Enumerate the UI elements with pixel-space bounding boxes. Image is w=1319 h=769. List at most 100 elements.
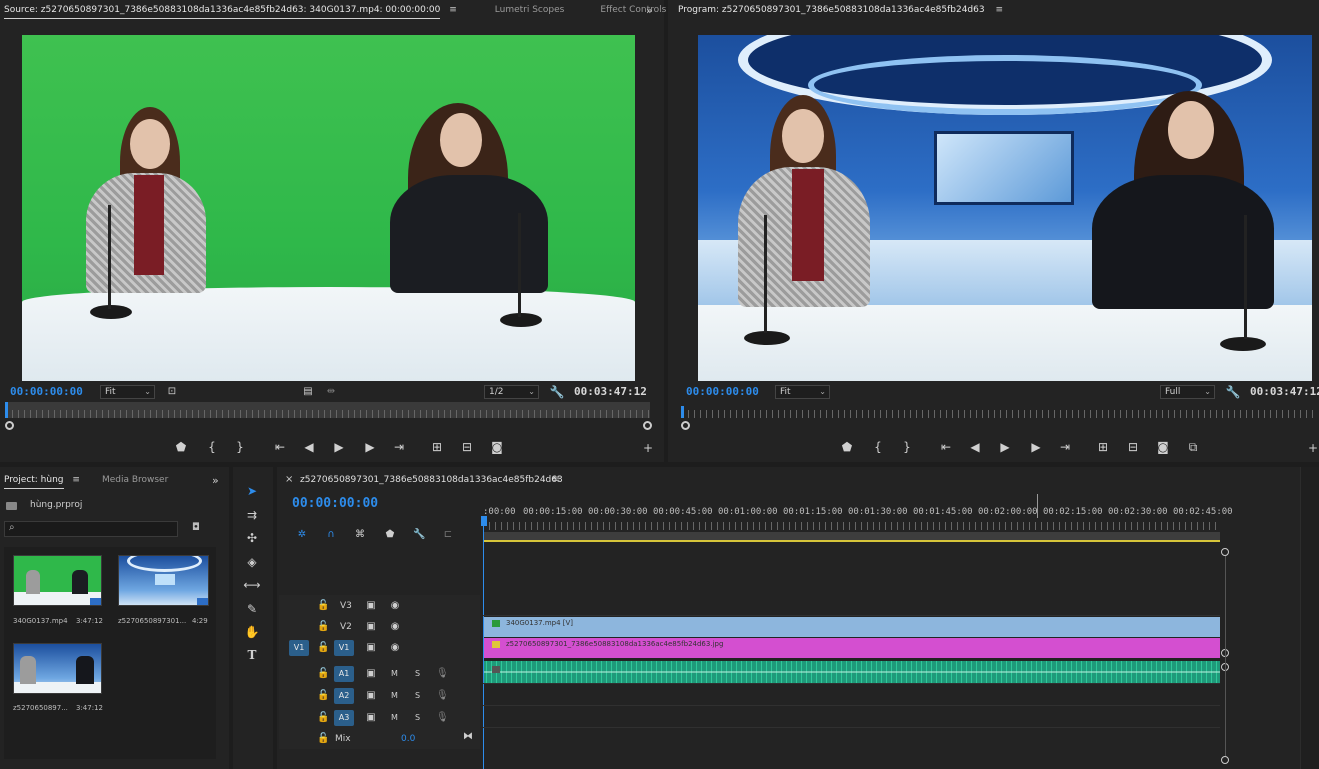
type-tool-icon[interactable]: T: [243, 648, 261, 662]
clip-a1-waveform[interactable]: [484, 661, 1220, 683]
track-name-a3[interactable]: A3: [334, 710, 354, 726]
camera-icon[interactable]: ◙: [1155, 439, 1171, 455]
hamburger-icon[interactable]: ≡: [995, 5, 1003, 15]
close-icon[interactable]: ×: [285, 474, 293, 485]
track-name-v1[interactable]: V1: [334, 640, 354, 656]
add-marker-icon[interactable]: ⬟: [173, 439, 189, 455]
tab-project[interactable]: Project: hùng ≡: [0, 475, 86, 489]
timeline-ruler-ticks[interactable]: [483, 522, 1220, 530]
microphone-icon[interactable]: 🎙: [436, 668, 449, 679]
extract-icon[interactable]: ⊟: [1125, 439, 1141, 455]
bowtie-icon[interactable]: ⧓: [462, 731, 474, 742]
panel-overflow-icon[interactable]: »: [212, 474, 219, 487]
sync-lock-icon[interactable]: ▣: [365, 642, 377, 653]
program-fit-select[interactable]: Fit ⌄: [775, 385, 830, 399]
camera-icon[interactable]: ◙: [489, 439, 505, 455]
play-icon[interactable]: ▶: [997, 439, 1013, 455]
captions-icon[interactable]: ⊏: [442, 529, 454, 540]
microphone-icon[interactable]: 🎙: [436, 690, 449, 701]
mute-button[interactable]: M: [391, 713, 398, 722]
program-resolution-select[interactable]: Full ⌄: [1160, 385, 1215, 399]
project-item-thumbnail[interactable]: [118, 555, 209, 606]
lock-icon[interactable]: 🔓: [317, 690, 329, 701]
mark-out-icon[interactable]: }: [899, 439, 915, 455]
timeline-playhead-marker[interactable]: [481, 516, 487, 526]
mark-in-icon[interactable]: {: [204, 439, 220, 455]
add-marker-icon[interactable]: ⬟: [384, 529, 396, 540]
selection-tool-icon[interactable]: ➤: [243, 484, 261, 498]
hamburger-icon[interactable]: ≡: [449, 5, 457, 15]
source-settings-toggle-icon[interactable]: ⊡: [164, 384, 180, 400]
program-range-start-handle[interactable]: [681, 421, 690, 430]
step-forward-icon[interactable]: ▶: [1028, 439, 1044, 455]
tab-program[interactable]: Program: z5270650897301_7386e50883108da1…: [668, 5, 1015, 15]
project-search-input[interactable]: ⌕: [4, 521, 178, 537]
clip-v1[interactable]: z5270650897301_7386e50883108da1336ac4e85…: [484, 638, 1220, 658]
go-to-in-icon[interactable]: ⇤: [272, 439, 288, 455]
lock-icon[interactable]: 🔓: [317, 733, 329, 744]
work-area-bar[interactable]: [483, 532, 1220, 542]
source-video-frame[interactable]: [22, 35, 635, 381]
play-icon[interactable]: ▶: [331, 439, 347, 455]
linked-selection-icon[interactable]: ⌘: [354, 529, 366, 540]
program-timecode-current[interactable]: 00:00:00:00: [686, 385, 759, 398]
mix-value[interactable]: 0.0: [401, 734, 415, 744]
ripple-edit-tool-icon[interactable]: ✣: [243, 531, 261, 545]
overwrite-icon[interactable]: ⊟: [459, 439, 475, 455]
sync-lock-icon[interactable]: ▣: [365, 668, 377, 679]
tab-lumetri-scopes[interactable]: Lumetri Scopes: [483, 5, 577, 15]
insert-icon[interactable]: ⊞: [429, 439, 445, 455]
sync-lock-icon[interactable]: ▣: [365, 600, 377, 611]
snap-magnet-icon[interactable]: ∩: [325, 529, 337, 540]
microphone-icon[interactable]: 🎙: [436, 712, 449, 723]
add-button-icon[interactable]: +: [640, 440, 656, 456]
timeline-sequence-tab[interactable]: z5270650897301_7386e50883108da1336ac4e85…: [300, 475, 563, 485]
lock-icon[interactable]: 🔓: [317, 642, 329, 653]
panel-overflow-icon[interactable]: »: [646, 4, 653, 17]
slip-tool-icon[interactable]: ⟷: [243, 578, 261, 592]
comparison-view-icon[interactable]: ⧉: [1185, 439, 1201, 455]
wrench-icon[interactable]: 🔧: [549, 384, 565, 400]
go-to-out-icon[interactable]: ⇥: [1057, 439, 1073, 455]
vertical-scrollbar[interactable]: [1225, 556, 1226, 756]
step-back-icon[interactable]: ◀: [301, 439, 317, 455]
track-scroll-handle[interactable]: [1221, 756, 1229, 764]
eye-icon[interactable]: ◉: [389, 621, 401, 632]
hand-tool-icon[interactable]: ✋: [243, 625, 261, 639]
solo-button[interactable]: S: [415, 669, 420, 678]
source-patch-v1[interactable]: V1: [289, 640, 309, 656]
source-resolution-select[interactable]: 1/2 ⌄: [484, 385, 539, 399]
lift-icon[interactable]: ⊞: [1095, 439, 1111, 455]
nest-toggle-icon[interactable]: ✲: [296, 529, 308, 540]
mute-button[interactable]: M: [391, 691, 398, 700]
mute-button[interactable]: M: [391, 669, 398, 678]
track-name-a1[interactable]: A1: [334, 666, 354, 682]
source-fit-select[interactable]: Fit ⌄: [100, 385, 155, 399]
source-timecode-current[interactable]: 00:00:00:00: [10, 385, 83, 398]
hamburger-icon[interactable]: ≡: [552, 474, 560, 485]
sync-lock-icon[interactable]: ▣: [365, 621, 377, 632]
razor-tool-icon[interactable]: ◈: [243, 555, 261, 569]
zoom-handle[interactable]: [1221, 548, 1229, 556]
clip-v2[interactable]: 340G0137.mp4 [V]: [484, 617, 1220, 637]
add-button-icon[interactable]: +: [1305, 440, 1319, 456]
timeline-timecode[interactable]: 00:00:00:00: [292, 496, 378, 511]
lock-icon[interactable]: 🔓: [317, 600, 329, 611]
project-item-thumbnail[interactable]: [13, 555, 102, 606]
lock-icon[interactable]: 🔓: [317, 668, 329, 679]
source-range-start-handle[interactable]: [5, 421, 14, 430]
source-frame-icon[interactable]: ▤: [300, 384, 316, 400]
project-item-thumbnail[interactable]: [13, 643, 102, 694]
program-video-frame[interactable]: [698, 35, 1312, 381]
lock-icon[interactable]: 🔓: [317, 621, 329, 632]
tab-media-browser[interactable]: Media Browser: [90, 475, 180, 485]
eye-icon[interactable]: ◉: [389, 642, 401, 653]
tab-source[interactable]: Source: z5270650897301_7386e50883108da13…: [0, 5, 469, 19]
step-back-icon[interactable]: ◀: [967, 439, 983, 455]
solo-button[interactable]: S: [415, 713, 420, 722]
wrench-icon[interactable]: 🔧: [1225, 384, 1241, 400]
track-select-tool-icon[interactable]: ⇉: [243, 508, 261, 522]
source-range-end-handle[interactable]: [643, 421, 652, 430]
sync-lock-icon[interactable]: ▣: [365, 690, 377, 701]
source-drag-icon[interactable]: ⇹: [323, 384, 339, 400]
